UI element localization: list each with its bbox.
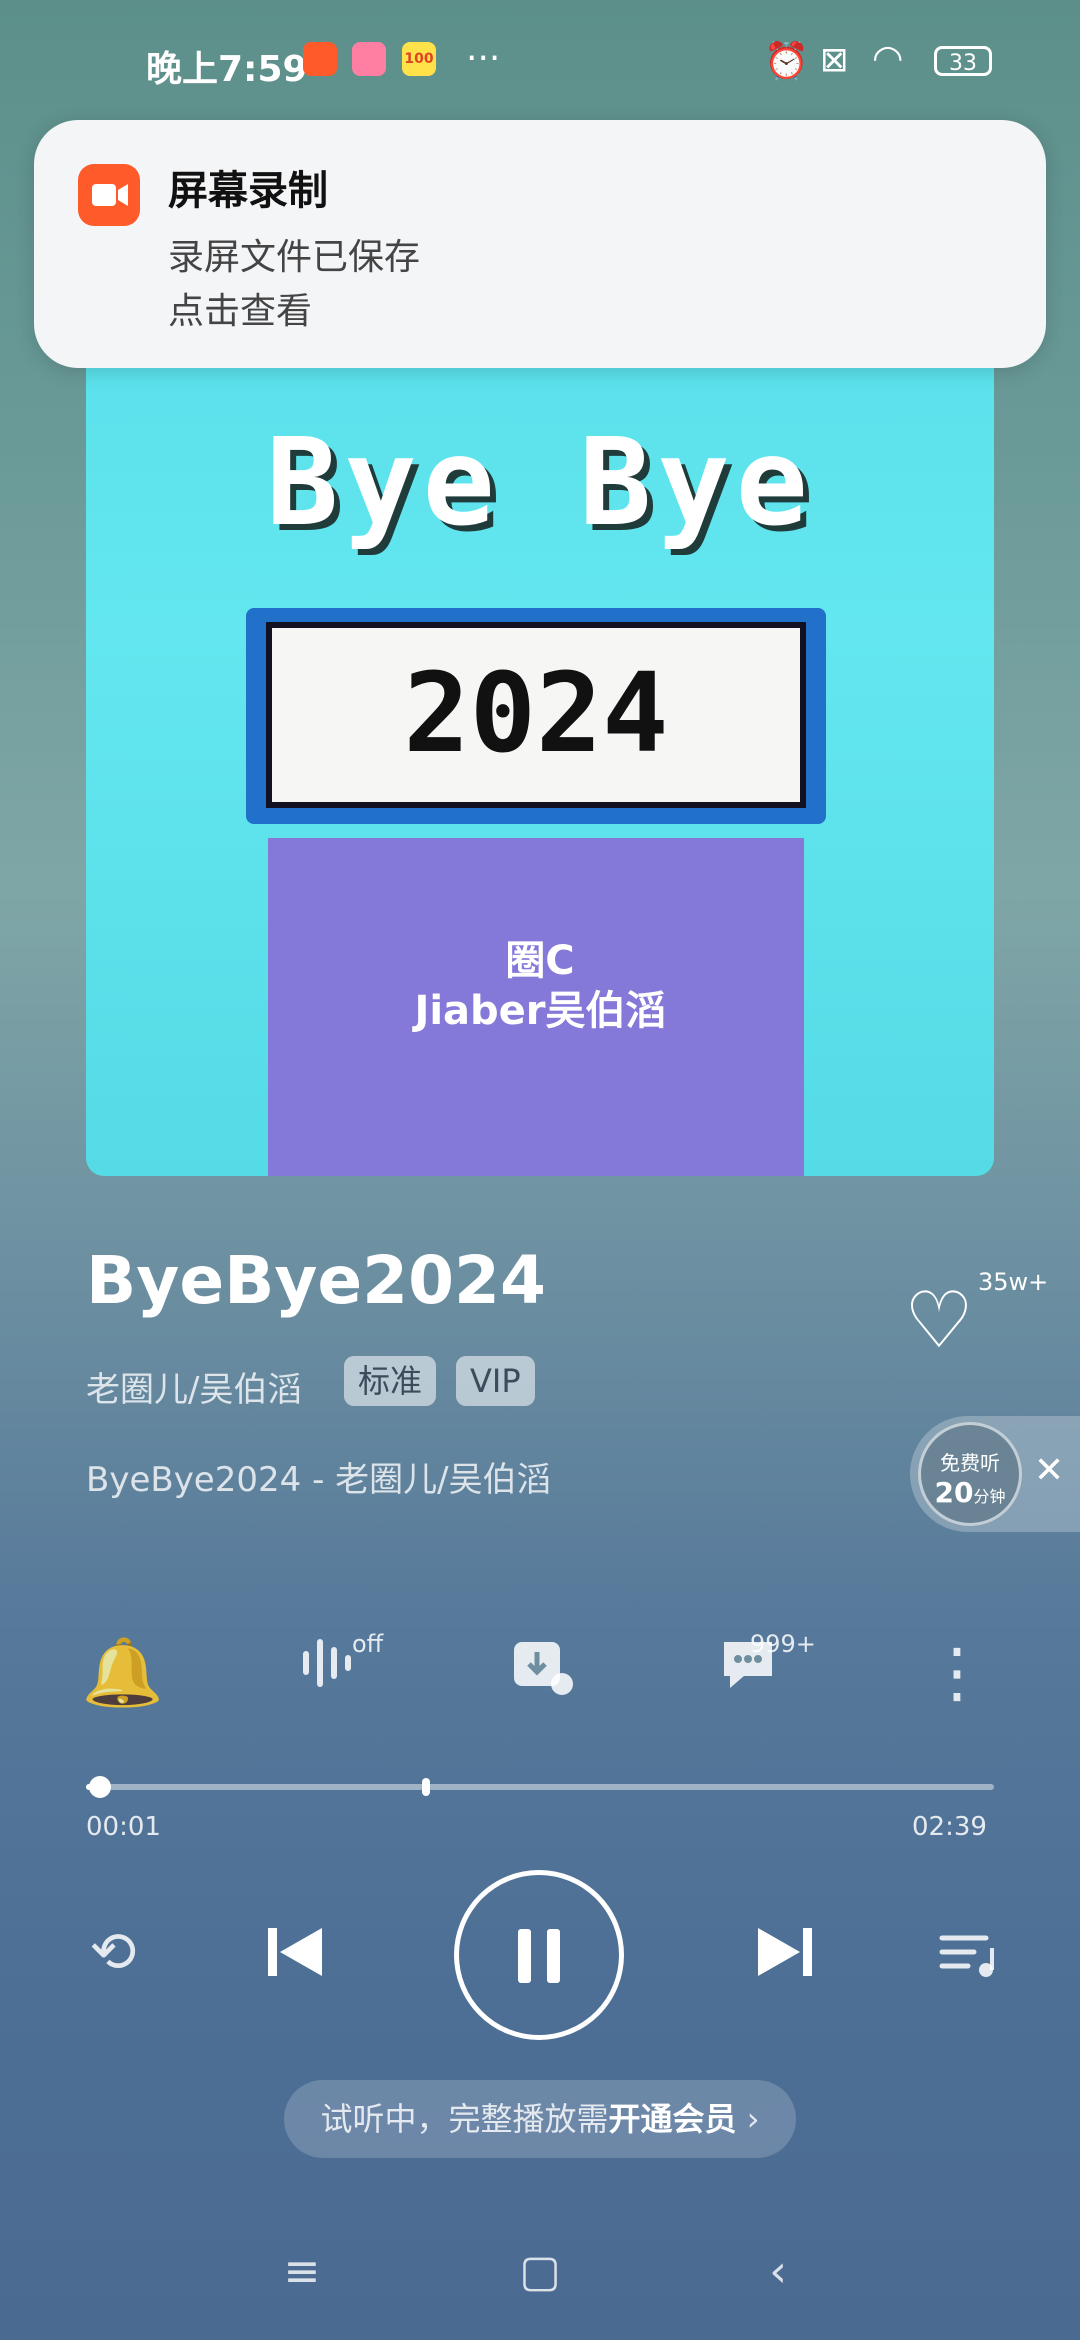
like-count: 35w+ (978, 1268, 1049, 1296)
close-icon[interactable]: ✕ (1034, 1450, 1064, 1491)
sound-effect-state: off (352, 1630, 384, 1658)
nav-home-icon[interactable]: ▢ (510, 2246, 570, 2297)
next-track-icon[interactable] (744, 1912, 824, 2009)
free-listen-label: 免费听 (940, 1451, 1000, 1475)
free-listen-circle[interactable]: 免费听 20分钟 (918, 1422, 1022, 1526)
progress-knob[interactable] (88, 1776, 111, 1798)
quality-badge[interactable]: 标准 (344, 1356, 437, 1406)
free-listen-minutes: 20 (934, 1476, 974, 1509)
album-art-credit: Jiaber吴伯滔 (414, 988, 666, 1034)
album-cover: Bye Bye 2024 圈C Jiaber吴伯滔 (86, 268, 994, 1176)
free-listen-badge[interactable]: 免费听 20分钟 ✕ (910, 1416, 1080, 1532)
nav-menu-icon[interactable]: ≡ (272, 2246, 332, 2297)
free-listen-unit: 分钟 (973, 1487, 1006, 1506)
nav-back-icon[interactable]: ‹ (748, 2246, 808, 2297)
previous-track-icon[interactable] (256, 1912, 336, 2009)
current-time: 00:01 (86, 1812, 161, 1842)
song-title: ByeBye2024 (86, 1242, 546, 1319)
screen-record-icon (303, 42, 337, 76)
album-art-sign: 2024 (266, 622, 806, 808)
status-time: 晚上7:59 (146, 49, 308, 90)
alarm-icon: ⏰ (764, 41, 809, 82)
ringtone-bell-icon[interactable]: 🔔 (78, 1628, 168, 1718)
notification-title: 屏幕录制 (168, 168, 328, 214)
artist-name[interactable]: 老圈儿/吴伯滔 (86, 1362, 301, 1411)
screen-record-notification[interactable]: 屏幕录制 录屏文件已保存 点击查看 (34, 120, 1046, 368)
wifi-icon: ◠ (872, 38, 904, 79)
screen-record-icon (78, 164, 140, 226)
vip-badge: VIP (456, 1356, 535, 1406)
playlist-icon[interactable] (934, 1920, 1004, 2004)
album-art-title: Bye Bye (266, 414, 814, 553)
progress-slider[interactable] (86, 1776, 994, 1798)
chevron-right-icon: › (746, 2100, 760, 2138)
more-options-icon[interactable]: ⋮ (912, 1628, 1002, 1718)
app-icon: 100 (402, 42, 436, 76)
lyric-line: ByeBye2024 - 老圈儿/吴伯滔 (86, 1460, 551, 1500)
app-icon (352, 42, 386, 76)
battery-icon: 33 (934, 46, 992, 76)
download-icon[interactable] (496, 1628, 586, 1718)
trial-text: 试听中，完整播放需 (320, 2100, 609, 2138)
like-heart-icon[interactable]: ♡ (904, 1282, 974, 1360)
comment-count: 999+ (750, 1630, 816, 1658)
trial-banner[interactable]: 试听中，完整播放需开通会员 › (284, 2080, 796, 2158)
open-membership-link[interactable]: 开通会员 (609, 2100, 737, 2138)
pause-button[interactable] (454, 1870, 624, 2040)
total-time: 02:39 (912, 1812, 987, 1842)
buffer-marker (421, 1778, 430, 1796)
no-sim-icon: ⊠ (820, 40, 849, 80)
repeat-icon[interactable]: ⟲ (78, 1920, 148, 1985)
notification-action-text[interactable]: 点击查看 (168, 282, 312, 334)
more-notifications-icon: ··· (466, 38, 501, 79)
notification-text: 录屏文件已保存 (168, 237, 421, 278)
